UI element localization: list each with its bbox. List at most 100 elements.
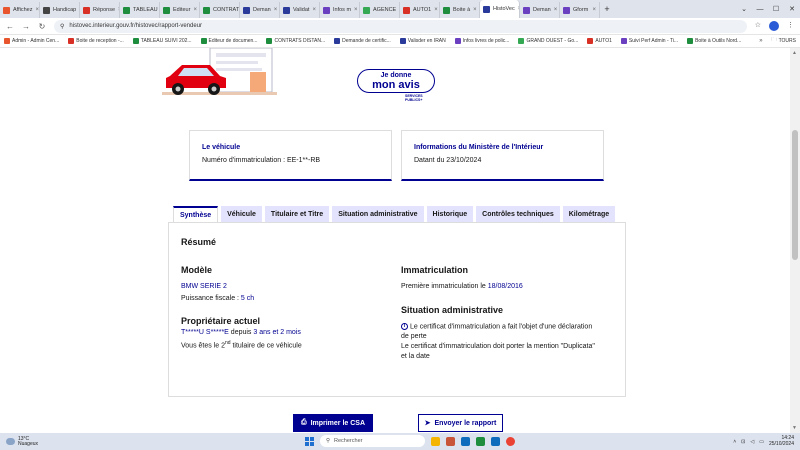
volume-icon[interactable]: ◁ bbox=[750, 439, 754, 445]
browser-tab[interactable]: Réponse× bbox=[80, 2, 120, 18]
forward-icon[interactable]: → bbox=[22, 22, 30, 31]
bookmark-item[interactable]: AUTO1 bbox=[587, 38, 612, 44]
browser-tab-strip: Affichez×Handicap×Réponse×TABLEAU×Editeu… bbox=[0, 0, 800, 18]
tab-close-icon[interactable]: × bbox=[274, 7, 278, 13]
tab-historique[interactable]: Historique bbox=[426, 206, 474, 222]
bookmark-item[interactable]: Suivi Perf Admin - Ti... bbox=[620, 38, 678, 44]
tab-synthese[interactable]: Synthèse bbox=[173, 206, 219, 222]
bookmark-item[interactable]: Demande de certific... bbox=[334, 38, 391, 44]
back-icon[interactable]: ← bbox=[6, 22, 14, 31]
tab-favicon-icon bbox=[3, 6, 10, 14]
tab-close-icon[interactable]: × bbox=[473, 7, 477, 13]
chrome-icon[interactable] bbox=[506, 436, 515, 446]
browser-tab[interactable]: AGENCE× bbox=[360, 2, 400, 18]
bookmark-list: Admin - Admin Cen... Boite de reception -… bbox=[4, 38, 741, 44]
toolbar-right: ☆ ⋮ bbox=[755, 21, 794, 31]
close-window-icon[interactable]: ✕ bbox=[784, 5, 800, 13]
file-explorer-icon[interactable] bbox=[431, 436, 440, 446]
new-tab-button[interactable]: + bbox=[600, 4, 614, 14]
bookmark-label: GRAND OUEST - Go... bbox=[526, 38, 579, 44]
maximize-icon[interactable]: ☐ bbox=[768, 5, 784, 13]
browser-tab[interactable]: Infos m × bbox=[320, 2, 360, 18]
browser-tab[interactable]: Validat × bbox=[280, 2, 320, 18]
tab-close-icon[interactable]: × bbox=[35, 7, 39, 13]
tab-titulaire[interactable]: Titulaire et Titre bbox=[264, 206, 330, 222]
bookmark-folder-tours[interactable]: 🗀 TOURS bbox=[772, 37, 796, 45]
network-icon[interactable]: ⊡ bbox=[741, 439, 745, 445]
outlook-icon[interactable] bbox=[461, 436, 470, 446]
bookmark-item[interactable]: GRAND OUEST - Go... bbox=[518, 38, 578, 44]
mail-app-icon[interactable] bbox=[491, 436, 500, 446]
tab-kilometrage[interactable]: Kilométrage bbox=[562, 206, 616, 222]
tab-close-icon[interactable]: × bbox=[193, 7, 197, 13]
tab-vehicule[interactable]: Véhicule bbox=[221, 206, 262, 222]
scroll-up-icon[interactable]: ▲ bbox=[792, 50, 797, 56]
excel-icon[interactable] bbox=[476, 436, 485, 446]
windows-start-icon[interactable] bbox=[305, 436, 314, 446]
browser-tab[interactable]: Deman × bbox=[240, 2, 280, 18]
bookmark-item[interactable]: Valisder en IRAN bbox=[399, 38, 446, 44]
tab-label: AUTO1 bbox=[413, 7, 432, 13]
bookmark-label: Boite à Outils Nord... bbox=[695, 38, 742, 44]
tray-chevron-icon[interactable]: ˄ bbox=[733, 439, 736, 445]
folder-icon: 🗀 bbox=[771, 37, 777, 43]
tab-controles-techniques[interactable]: Contrôles techniques bbox=[476, 206, 560, 222]
bookmark-item[interactable]: CONTRATS DISTAN... bbox=[266, 38, 325, 44]
profile-avatar[interactable] bbox=[769, 21, 779, 31]
bookmarks-more-button[interactable]: » bbox=[759, 38, 762, 44]
tab-label: HistoVec bbox=[493, 6, 515, 12]
tab-label: Réponse bbox=[93, 7, 116, 13]
tab-close-icon[interactable]: × bbox=[312, 7, 316, 13]
bookmark-item[interactable]: Infos livres de polic... bbox=[454, 38, 509, 44]
browser-tab[interactable]: TABLEAU× bbox=[120, 2, 160, 18]
give-feedback-button[interactable]: Je donne mon avis bbox=[357, 69, 435, 93]
tab-label: CONTRAT bbox=[213, 7, 240, 13]
scrollbar-thumb[interactable] bbox=[792, 130, 798, 260]
browser-tab[interactable]: Editeur × bbox=[160, 2, 200, 18]
site-info-icon[interactable]: ⚲ bbox=[60, 23, 64, 30]
browser-tab[interactable]: Gform × bbox=[560, 2, 600, 18]
bookmark-item[interactable]: TABLEAU SUIVI 202... bbox=[132, 38, 192, 44]
print-csa-button[interactable]: ⎙ Imprimer le CSA bbox=[293, 414, 373, 432]
browser-tab[interactable]: Affichez × bbox=[0, 2, 40, 18]
owner-info: T*****U S*****E depuis 3 ans et 2 mois bbox=[181, 329, 301, 336]
bookmark-item[interactable]: Editeur de documen... bbox=[200, 38, 257, 44]
tab-favicon-icon bbox=[243, 6, 250, 14]
scroll-down-icon[interactable]: ▼ bbox=[792, 425, 797, 431]
browser-tab[interactable]: AUTO1 × bbox=[400, 2, 440, 18]
menu-icon[interactable]: ⋮ bbox=[787, 21, 794, 31]
admin-line-1: i Le certificat d'immatriculation a fait … bbox=[401, 323, 592, 330]
tab-close-icon[interactable]: × bbox=[554, 7, 558, 13]
minimize-icon[interactable]: — bbox=[752, 6, 768, 13]
browser-tab[interactable]: Deman × bbox=[520, 2, 560, 18]
tab-close-icon[interactable]: × bbox=[434, 7, 438, 13]
clock[interactable]: 14:24 25/10/2024 bbox=[769, 435, 794, 447]
weather-widget[interactable]: 13°C Nuageux bbox=[6, 436, 38, 447]
tab-close-icon[interactable]: × bbox=[354, 7, 358, 13]
browser-tab[interactable]: Boite à × bbox=[440, 2, 480, 18]
bookmark-item[interactable]: Boite à Outils Nord... bbox=[687, 38, 741, 44]
tab-situation-administrative[interactable]: Situation administrative bbox=[332, 206, 424, 222]
tab-list: Affichez×Handicap×Réponse×TABLEAU×Editeu… bbox=[0, 0, 600, 18]
bookmark-star-icon[interactable]: ☆ bbox=[755, 21, 761, 31]
colorful-app-icon[interactable] bbox=[446, 436, 455, 446]
model-name: BMW SERIE 2 bbox=[181, 283, 227, 290]
bookmark-item[interactable]: Boite de reception -... bbox=[68, 38, 124, 44]
send-report-button[interactable]: ➤ Envoyer le rapport bbox=[418, 414, 503, 432]
browser-tab[interactable]: CONTRAT× bbox=[200, 2, 240, 18]
battery-icon[interactable]: ▭ bbox=[759, 439, 764, 445]
browser-tab[interactable]: Handicap× bbox=[40, 2, 80, 18]
ministry-date: Datant du 23/10/2024 bbox=[414, 157, 482, 164]
tab-search-icon[interactable]: ⌄ bbox=[736, 5, 752, 13]
tab-label: Boite à bbox=[453, 7, 471, 13]
car-illustration bbox=[162, 48, 277, 95]
bookmark-item[interactable]: Admin - Admin Cen... bbox=[4, 38, 59, 44]
tab-favicon-icon bbox=[283, 6, 290, 14]
tab-close-icon[interactable]: × bbox=[592, 7, 596, 13]
taskbar-search[interactable]: ⚲ Rechercher bbox=[320, 435, 425, 447]
url-field[interactable]: ⚲ histovec.interieur.gouv.fr/histovec/ra… bbox=[54, 19, 747, 33]
reload-icon[interactable]: ↻ bbox=[38, 22, 46, 31]
bookmark-favicon-icon bbox=[266, 38, 273, 44]
page-scrollbar[interactable]: ▲ ▼ bbox=[790, 48, 800, 433]
browser-tab[interactable]: HistoVec× bbox=[480, 0, 520, 18]
